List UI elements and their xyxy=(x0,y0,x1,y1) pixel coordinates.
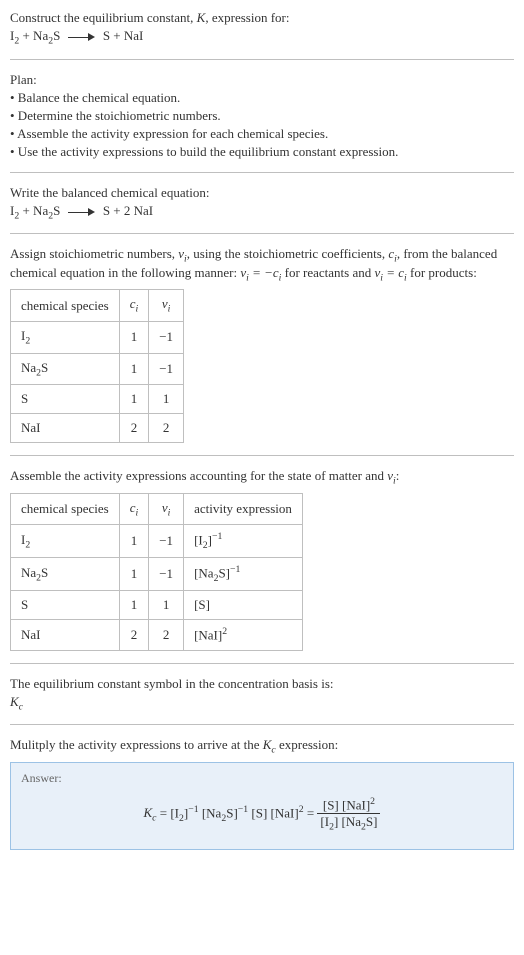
assemble-pre: Assemble the activity expressions accoun… xyxy=(10,468,387,483)
assign-text: Assign stoichiometric numbers, νi, using… xyxy=(10,246,514,283)
activity-cell: [NaI]2 xyxy=(184,620,303,650)
multiply-section: Mulitply the activity expressions to arr… xyxy=(10,737,514,850)
balanced-equation: I2 + Na2S S + 2 NaI xyxy=(10,203,514,222)
c-i: ci xyxy=(388,246,397,261)
divider xyxy=(10,663,514,664)
multiply-text: Mulitply the activity expressions to arr… xyxy=(10,737,514,756)
plan-b1: • Balance the chemical equation. xyxy=(10,90,514,106)
kc-symbol: Kc xyxy=(10,694,514,713)
species-cell: NaI xyxy=(11,414,120,443)
divider xyxy=(10,233,514,234)
activity-cell: [S] xyxy=(184,591,303,620)
table-row: Na2S 1 −1 xyxy=(11,353,184,385)
nui-cell: 1 xyxy=(149,591,184,620)
divider xyxy=(10,724,514,725)
assign-section: Assign stoichiometric numbers, νi, using… xyxy=(10,246,514,443)
table-row: chemical species ci νi xyxy=(11,290,184,322)
balance-title: Write the balanced chemical equation: xyxy=(10,185,514,201)
plan-b2: • Determine the stoichiometric numbers. xyxy=(10,108,514,124)
assemble-text: Assemble the activity expressions accoun… xyxy=(10,468,514,487)
assign-mid1: , using the stoichiometric coefficients, xyxy=(187,246,389,261)
divider xyxy=(10,172,514,173)
ci-cell: 1 xyxy=(119,353,149,385)
nui-cell: −1 xyxy=(149,353,184,385)
multiply-post: expression: xyxy=(276,737,338,752)
ci-cell: 2 xyxy=(119,620,149,650)
divider xyxy=(10,455,514,456)
col-activity: activity expression xyxy=(184,493,303,525)
table-row: Na2S 1 −1 [Na2S]−1 xyxy=(11,558,303,591)
table-row: S 1 1 xyxy=(11,385,184,414)
assemble-post: : xyxy=(396,468,400,483)
fraction-denominator: [I2] [Na2S] xyxy=(317,814,380,833)
nui-cell: 2 xyxy=(149,414,184,443)
divider xyxy=(10,59,514,60)
plan-section: Plan: • Balance the chemical equation. •… xyxy=(10,72,514,160)
assign-mid3: for reactants and xyxy=(281,265,374,280)
intro-section: Construct the equilibrium constant, K, e… xyxy=(10,10,514,47)
fraction-numerator: [S] [NaI]2 xyxy=(317,796,380,814)
ci-cell: 2 xyxy=(119,414,149,443)
species-cell: S xyxy=(11,591,120,620)
col-species: chemical species xyxy=(11,493,120,525)
multiply-pre: Mulitply the activity expressions to arr… xyxy=(10,737,263,752)
intro-post: , expression for: xyxy=(205,10,289,25)
table-row: chemical species ci νi activity expressi… xyxy=(11,493,303,525)
species-cell: Na2S xyxy=(11,558,120,591)
intro-equation: I2 + Na2S S + NaI xyxy=(10,28,514,47)
fraction: [S] [NaI]2 [I2] [Na2S] xyxy=(317,796,380,833)
nui-cell: −1 xyxy=(149,558,184,591)
nui-cell: 2 xyxy=(149,620,184,650)
assign-mid4: for products: xyxy=(407,265,477,280)
table-row: I2 1 −1 xyxy=(11,321,184,353)
nui-cell: 1 xyxy=(149,385,184,414)
species-cell: I2 xyxy=(11,525,120,558)
species-cell: Na2S xyxy=(11,353,120,385)
rel-products: νi = ci xyxy=(375,265,407,280)
table-row: S 1 1 [S] xyxy=(11,591,303,620)
intro-pre: Construct the equilibrium constant, xyxy=(10,10,197,25)
activity-cell: [Na2S]−1 xyxy=(184,558,303,591)
ci-cell: 1 xyxy=(119,525,149,558)
plan-b3: • Assemble the activity expression for e… xyxy=(10,126,514,142)
nu-i: νi xyxy=(387,468,396,483)
stoich-table: chemical species ci νi I2 1 −1 Na2S 1 −1… xyxy=(10,289,184,443)
col-species: chemical species xyxy=(11,290,120,322)
assign-pre: Assign stoichiometric numbers, xyxy=(10,246,178,261)
ci-cell: 1 xyxy=(119,591,149,620)
plan-title: Plan: xyxy=(10,72,514,88)
kc-inline: Kc xyxy=(263,737,276,752)
table-row: NaI 2 2 [NaI]2 xyxy=(11,620,303,650)
symbol-text: The equilibrium constant symbol in the c… xyxy=(10,676,514,692)
table-row: NaI 2 2 xyxy=(11,414,184,443)
nui-cell: −1 xyxy=(149,321,184,353)
assemble-section: Assemble the activity expressions accoun… xyxy=(10,468,514,650)
symbol-section: The equilibrium constant symbol in the c… xyxy=(10,676,514,713)
activity-table: chemical species ci νi activity expressi… xyxy=(10,493,303,651)
ci-cell: 1 xyxy=(119,385,149,414)
col-nui: νi xyxy=(149,290,184,322)
table-row: I2 1 −1 [I2]−1 xyxy=(11,525,303,558)
species-cell: NaI xyxy=(11,620,120,650)
species-cell: I2 xyxy=(11,321,120,353)
ci-cell: 1 xyxy=(119,321,149,353)
answer-formula: Kc = [I2]−1 [Na2S]−1 [S] [NaI]2 = [S] [N… xyxy=(21,796,503,833)
balance-section: Write the balanced chemical equation: I2… xyxy=(10,185,514,222)
intro-line: Construct the equilibrium constant, K, e… xyxy=(10,10,514,26)
col-ci: ci xyxy=(119,290,149,322)
answer-label: Answer: xyxy=(21,771,503,786)
answer-box: Answer: Kc = [I2]−1 [Na2S]−1 [S] [NaI]2 … xyxy=(10,762,514,850)
species-cell: S xyxy=(11,385,120,414)
col-nui: νi xyxy=(149,493,184,525)
activity-cell: [I2]−1 xyxy=(184,525,303,558)
col-ci: ci xyxy=(119,493,149,525)
plan-b4: • Use the activity expressions to build … xyxy=(10,144,514,160)
nui-cell: −1 xyxy=(149,525,184,558)
nu-i: νi xyxy=(178,246,187,261)
ci-cell: 1 xyxy=(119,558,149,591)
rel-reactants: νi = −ci xyxy=(240,265,281,280)
